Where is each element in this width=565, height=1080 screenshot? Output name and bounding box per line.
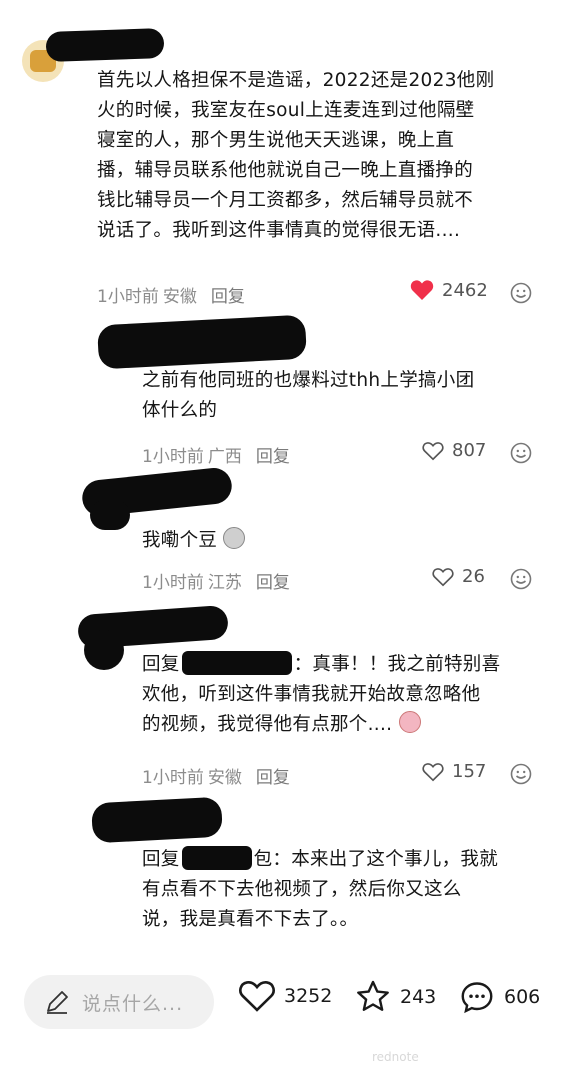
input-placeholder: 说点什么... [82, 992, 184, 1015]
timestamp: 1小时前 [142, 768, 204, 788]
location: 安徽 [207, 768, 242, 788]
comment-button[interactable]: 606 [458, 979, 540, 1015]
comment-text: 首先以人格担保不是造谣，2022还是2023他刚 火的时候，我室友在soul上连麦… [97, 70, 495, 241]
redacted-avatar-username [91, 796, 223, 844]
reply-button[interactable]: 回复 [256, 573, 290, 593]
redaction-mark [84, 630, 124, 670]
like-button[interactable]: 807 [422, 440, 486, 461]
location: 安徽 [162, 287, 197, 307]
comment-count: 606 [504, 986, 541, 1008]
like-button[interactable]: 2462 [410, 279, 488, 301]
collect-button[interactable]: 243 [354, 979, 436, 1015]
reply-button[interactable]: 回复 [211, 287, 245, 307]
like-count: 26 [462, 566, 485, 587]
comment-text: 回复 包：本来出了这个事儿，我就 有点看不下去他视频了，然后你又这么 说，我是真看… [142, 845, 498, 935]
emoji-reply-icon[interactable] [510, 763, 532, 785]
pencil-icon [47, 991, 68, 1014]
reply-button[interactable]: 回复 [256, 447, 290, 467]
comment-meta: 1小时前 安徽 回复 [142, 763, 300, 788]
location: 广西 [207, 447, 242, 467]
chat-bubble-icon [461, 982, 493, 1014]
heart-outline-icon [422, 762, 444, 781]
like-count: 3252 [284, 985, 333, 1007]
reply-button[interactable]: 回复 [256, 768, 290, 788]
comment-input[interactable]: 说点什么... [24, 975, 214, 1029]
heart-outline-icon [239, 980, 275, 1012]
redacted-avatar-username [96, 314, 308, 370]
redacted-username [45, 27, 165, 63]
timestamp: 1小时前 [97, 287, 159, 307]
redacted-mention [181, 651, 292, 675]
comment-text: 回复 ：真事！！我之前特别喜 欢他，听到这件事情我就开始故意忽略他 的视频，我觉得… [142, 650, 500, 740]
cat-emoji [223, 527, 246, 549]
redaction-mark [90, 500, 130, 530]
comment-text: 我嘞个豆 [142, 526, 246, 556]
comment-meta: 1小时前 江苏 回复 [142, 568, 300, 593]
star-outline-icon [357, 980, 389, 1011]
timestamp: 1小时前 [142, 447, 204, 467]
bottom-action-bar: 说点什么... 3252 243 606 [0, 965, 565, 1040]
heart-outline-icon [422, 441, 444, 460]
emoji-reply-icon[interactable] [510, 568, 532, 590]
collect-count: 243 [400, 986, 437, 1008]
timestamp: 1小时前 [142, 573, 204, 593]
emoji-reply-icon[interactable] [510, 442, 532, 464]
heart-outline-icon [432, 567, 454, 586]
like-post-button[interactable]: 3252 [238, 979, 332, 1013]
comment-meta: 1小时前 广西 回复 [142, 442, 300, 467]
crying-emoji [398, 711, 421, 733]
watermark: rednote [372, 1050, 419, 1064]
emoji-reply-icon[interactable] [510, 282, 532, 304]
comment-text: 之前有他同班的也爆料过thh上学搞小团 体什么的 [142, 370, 475, 421]
like-count: 157 [452, 761, 487, 782]
like-button[interactable]: 157 [422, 761, 486, 782]
like-button[interactable]: 26 [432, 566, 485, 587]
redacted-mention [181, 846, 252, 870]
location: 江苏 [207, 573, 242, 593]
heart-filled-icon [410, 280, 434, 300]
comment-meta: 1小时前 安徽 回复 [97, 282, 255, 307]
like-count: 807 [452, 440, 487, 461]
like-count: 2462 [442, 279, 488, 301]
